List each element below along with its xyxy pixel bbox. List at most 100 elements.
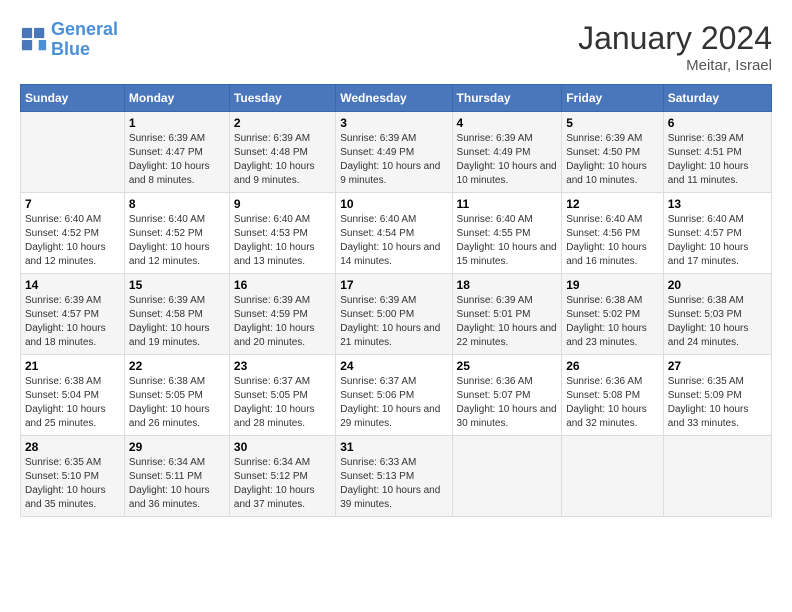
calendar-cell: 6 Sunrise: 6:39 AMSunset: 4:51 PMDaylight… — [663, 112, 771, 193]
calendar-cell: 19Sunrise: 6:38 AMSunset: 5:02 PMDayligh… — [562, 274, 664, 355]
day-info: Sunrise: 6:40 AMSunset: 4:52 PMDaylight:… — [25, 213, 120, 269]
day-number: 3 — [340, 116, 447, 130]
calendar-cell — [562, 436, 664, 517]
weekday-header-saturday: Saturday — [663, 85, 771, 112]
day-number: 18 — [457, 278, 558, 292]
month-title: January 2024 — [578, 20, 772, 57]
calendar-cell: 26Sunrise: 6:36 AMSunset: 5:08 PMDayligh… — [562, 355, 664, 436]
calendar-cell: 18 Sunrise: 6:39 AMSunset: 5:01 PMDayligh… — [452, 274, 562, 355]
day-number: 16 — [234, 278, 331, 292]
day-number: 21 — [25, 359, 120, 373]
day-info: Sunrise: 6:39 AMSunset: 4:57 PMDaylight:… — [25, 294, 120, 350]
calendar-cell: 1Sunrise: 6:39 AMSunset: 4:47 PMDaylight… — [124, 112, 229, 193]
day-number: 24 — [340, 359, 447, 373]
calendar-cell: 28 Sunrise: 6:35 AMSunset: 5:10 PMDayligh… — [21, 436, 125, 517]
day-number: 13 — [668, 197, 767, 211]
weekday-header-wednesday: Wednesday — [336, 85, 452, 112]
calendar-cell: 30 Sunrise: 6:34 AMSunset: 5:12 PMDayligh… — [229, 436, 335, 517]
calendar-cell: 4 Sunrise: 6:39 AMSunset: 4:49 PMDaylight… — [452, 112, 562, 193]
logo-text: General Blue — [51, 20, 118, 60]
day-info: Sunrise: 6:40 AMSunset: 4:56 PMDaylight:… — [566, 213, 659, 269]
day-number: 9 — [234, 197, 331, 211]
calendar-cell: 22 Sunrise: 6:38 AMSunset: 5:05 PMDayligh… — [124, 355, 229, 436]
calendar-cell: 20 Sunrise: 6:38 AMSunset: 5:03 PMDayligh… — [663, 274, 771, 355]
calendar-cell — [21, 112, 125, 193]
calendar-cell: 11 Sunrise: 6:40 AMSunset: 4:55 PMDayligh… — [452, 193, 562, 274]
day-number: 20 — [668, 278, 767, 292]
day-info: Sunrise: 6:34 AMSunset: 5:11 PMDaylight:… — [129, 456, 225, 512]
weekday-header-sunday: Sunday — [21, 85, 125, 112]
calendar-cell: 7Sunrise: 6:40 AMSunset: 4:52 PMDaylight… — [21, 193, 125, 274]
week-row-0: 1Sunrise: 6:39 AMSunset: 4:47 PMDaylight… — [21, 112, 772, 193]
day-number: 11 — [457, 197, 558, 211]
calendar-cell: 31 Sunrise: 6:33 AMSunset: 5:13 PMDayligh… — [336, 436, 452, 517]
calendar-cell: 24 Sunrise: 6:37 AMSunset: 5:06 PMDayligh… — [336, 355, 452, 436]
weekday-header-tuesday: Tuesday — [229, 85, 335, 112]
title-section: January 2024 Meitar, Israel — [578, 20, 772, 74]
weekday-header-thursday: Thursday — [452, 85, 562, 112]
calendar-cell: 16Sunrise: 6:39 AMSunset: 4:59 PMDayligh… — [229, 274, 335, 355]
calendar-cell: 2Sunrise: 6:39 AMSunset: 4:48 PMDaylight… — [229, 112, 335, 193]
calendar-cell: 5Sunrise: 6:39 AMSunset: 4:50 PMDaylight… — [562, 112, 664, 193]
location: Meitar, Israel — [578, 57, 772, 74]
calendar-cell: 14 Sunrise: 6:39 AMSunset: 4:57 PMDayligh… — [21, 274, 125, 355]
day-info: Sunrise: 6:33 AMSunset: 5:13 PMDaylight:… — [340, 456, 447, 512]
page-header: General Blue January 2024 Meitar, Israel — [20, 20, 772, 74]
weekday-header-row: SundayMondayTuesdayWednesdayThursdayFrid… — [21, 85, 772, 112]
day-info: Sunrise: 6:35 AMSunset: 5:10 PMDaylight:… — [25, 456, 120, 512]
day-info: Sunrise: 6:39 AMSunset: 4:49 PMDaylight:… — [340, 132, 447, 188]
week-row-3: 21 Sunrise: 6:38 AMSunset: 5:04 PMDayligh… — [21, 355, 772, 436]
day-info: Sunrise: 6:38 AMSunset: 5:02 PMDaylight:… — [566, 294, 659, 350]
day-number: 23 — [234, 359, 331, 373]
day-number: 10 — [340, 197, 447, 211]
calendar-cell: 13 Sunrise: 6:40 AMSunset: 4:57 PMDayligh… — [663, 193, 771, 274]
day-info: Sunrise: 6:39 AMSunset: 4:51 PMDaylight:… — [668, 132, 767, 188]
day-number: 6 — [668, 116, 767, 130]
day-number: 28 — [25, 440, 120, 454]
week-row-2: 14 Sunrise: 6:39 AMSunset: 4:57 PMDayligh… — [21, 274, 772, 355]
day-info: Sunrise: 6:40 AMSunset: 4:53 PMDaylight:… — [234, 213, 331, 269]
calendar-table: SundayMondayTuesdayWednesdayThursdayFrid… — [20, 84, 772, 517]
calendar-cell: 17 Sunrise: 6:39 AMSunset: 5:00 PMDayligh… — [336, 274, 452, 355]
day-number: 1 — [129, 116, 225, 130]
weekday-header-friday: Friday — [562, 85, 664, 112]
calendar-cell: 15 Sunrise: 6:39 AMSunset: 4:58 PMDayligh… — [124, 274, 229, 355]
day-number: 31 — [340, 440, 447, 454]
day-info: Sunrise: 6:39 AMSunset: 5:00 PMDaylight:… — [340, 294, 447, 350]
calendar-cell: 25Sunrise: 6:36 AMSunset: 5:07 PMDayligh… — [452, 355, 562, 436]
day-info: Sunrise: 6:37 AMSunset: 5:06 PMDaylight:… — [340, 375, 447, 431]
day-info: Sunrise: 6:40 AMSunset: 4:55 PMDaylight:… — [457, 213, 558, 269]
calendar-cell: 27 Sunrise: 6:35 AMSunset: 5:09 PMDayligh… — [663, 355, 771, 436]
day-number: 22 — [129, 359, 225, 373]
day-number: 14 — [25, 278, 120, 292]
calendar-cell: 23Sunrise: 6:37 AMSunset: 5:05 PMDayligh… — [229, 355, 335, 436]
day-info: Sunrise: 6:34 AMSunset: 5:12 PMDaylight:… — [234, 456, 331, 512]
day-info: Sunrise: 6:38 AMSunset: 5:04 PMDaylight:… — [25, 375, 120, 431]
week-row-4: 28 Sunrise: 6:35 AMSunset: 5:10 PMDayligh… — [21, 436, 772, 517]
day-info: Sunrise: 6:39 AMSunset: 4:58 PMDaylight:… — [129, 294, 225, 350]
calendar-cell: 8Sunrise: 6:40 AMSunset: 4:52 PMDaylight… — [124, 193, 229, 274]
week-row-1: 7Sunrise: 6:40 AMSunset: 4:52 PMDaylight… — [21, 193, 772, 274]
day-info: Sunrise: 6:39 AMSunset: 4:50 PMDaylight:… — [566, 132, 659, 188]
day-info: Sunrise: 6:40 AMSunset: 4:57 PMDaylight:… — [668, 213, 767, 269]
calendar-cell — [452, 436, 562, 517]
day-info: Sunrise: 6:39 AMSunset: 5:01 PMDaylight:… — [457, 294, 558, 350]
calendar-cell: 10 Sunrise: 6:40 AMSunset: 4:54 PMDayligh… — [336, 193, 452, 274]
day-info: Sunrise: 6:36 AMSunset: 5:08 PMDaylight:… — [566, 375, 659, 431]
day-number: 17 — [340, 278, 447, 292]
day-info: Sunrise: 6:40 AMSunset: 4:54 PMDaylight:… — [340, 213, 447, 269]
day-number: 29 — [129, 440, 225, 454]
day-number: 12 — [566, 197, 659, 211]
day-number: 15 — [129, 278, 225, 292]
day-info: Sunrise: 6:38 AMSunset: 5:03 PMDaylight:… — [668, 294, 767, 350]
day-info: Sunrise: 6:39 AMSunset: 4:49 PMDaylight:… — [457, 132, 558, 188]
logo-icon — [20, 26, 48, 54]
day-number: 25 — [457, 359, 558, 373]
day-number: 27 — [668, 359, 767, 373]
day-number: 4 — [457, 116, 558, 130]
calendar-cell — [663, 436, 771, 517]
weekday-header-monday: Monday — [124, 85, 229, 112]
day-info: Sunrise: 6:35 AMSunset: 5:09 PMDaylight:… — [668, 375, 767, 431]
day-info: Sunrise: 6:38 AMSunset: 5:05 PMDaylight:… — [129, 375, 225, 431]
day-number: 30 — [234, 440, 331, 454]
